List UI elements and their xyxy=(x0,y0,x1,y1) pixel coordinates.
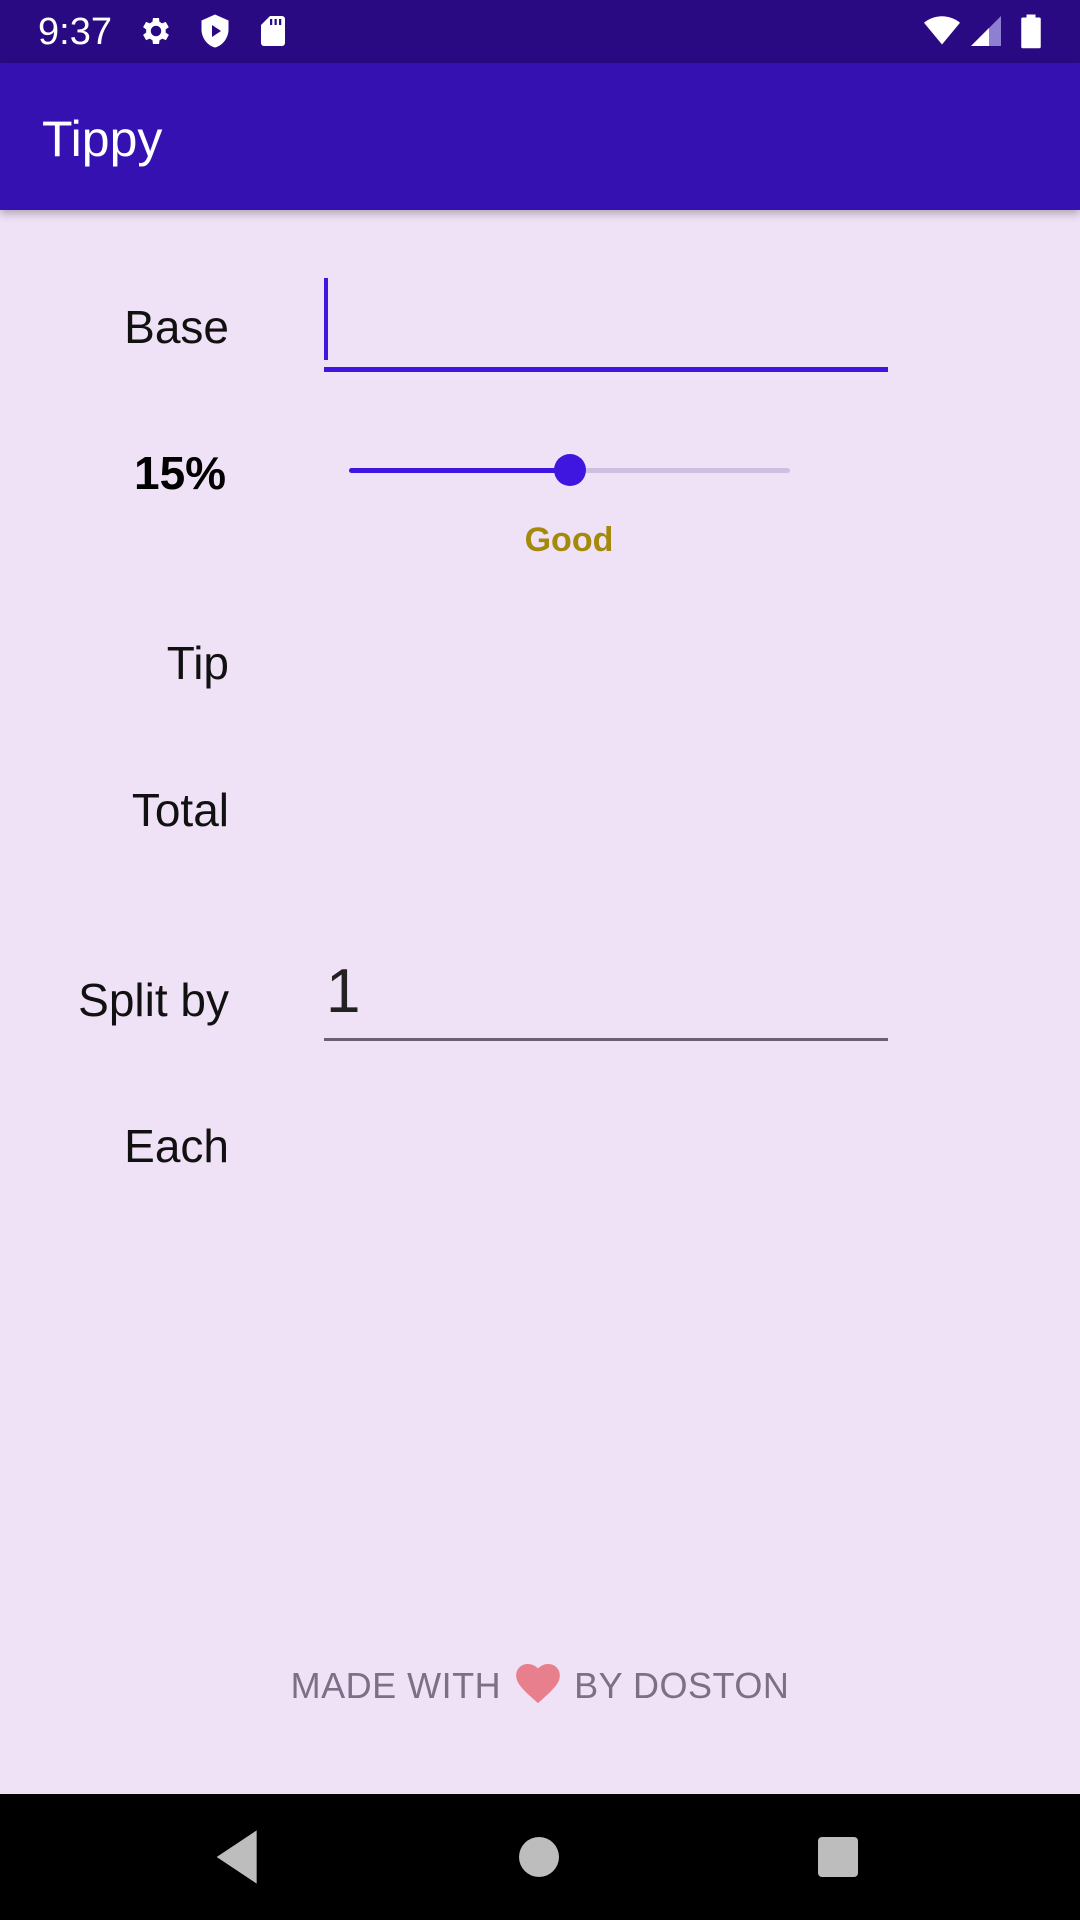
split-value[interactable]: 1 xyxy=(324,950,360,1034)
base-input-underline xyxy=(324,367,888,372)
screen: 9:37 Tippy Base 15% Good Tip Total Split… xyxy=(0,0,1080,1920)
wifi-icon xyxy=(920,13,964,49)
back-icon[interactable] xyxy=(206,1825,270,1889)
tip-percent-slider[interactable] xyxy=(349,450,790,490)
tip-percent-label: 15% xyxy=(134,447,227,499)
battery-icon xyxy=(1016,13,1046,49)
base-input-container[interactable] xyxy=(324,272,888,372)
recents-icon[interactable] xyxy=(806,1825,870,1889)
each-label: Each xyxy=(124,1120,229,1172)
footer-suffix: BY DOSTON xyxy=(574,1665,790,1706)
tip-description: Good xyxy=(524,521,614,559)
app-title: Tippy xyxy=(42,111,163,167)
tip-label: Tip xyxy=(166,637,229,689)
shield-icon xyxy=(197,13,233,49)
home-icon[interactable] xyxy=(507,1825,571,1889)
base-input[interactable] xyxy=(324,272,888,368)
status-time: 9:37 xyxy=(38,11,112,53)
footer: MADE WITH BY DOSTON xyxy=(0,1658,1080,1714)
split-label: Split by xyxy=(78,974,229,1026)
text-cursor xyxy=(324,278,328,360)
gear-icon xyxy=(138,13,174,49)
slider-thumb[interactable] xyxy=(554,454,586,486)
base-label: Base xyxy=(124,301,229,353)
footer-prefix: MADE WITH xyxy=(290,1665,502,1706)
app-bar: Tippy xyxy=(0,63,1080,210)
split-input[interactable]: 1 xyxy=(324,950,888,1042)
split-input-underline xyxy=(324,1038,888,1041)
slider-fill xyxy=(349,468,570,473)
navigation-bar xyxy=(0,1794,1080,1920)
cell-signal-icon xyxy=(968,13,1004,49)
heart-icon xyxy=(515,1664,560,1704)
total-label: Total xyxy=(131,784,229,836)
status-bar: 9:37 xyxy=(0,0,1080,63)
sd-card-icon xyxy=(255,13,291,49)
